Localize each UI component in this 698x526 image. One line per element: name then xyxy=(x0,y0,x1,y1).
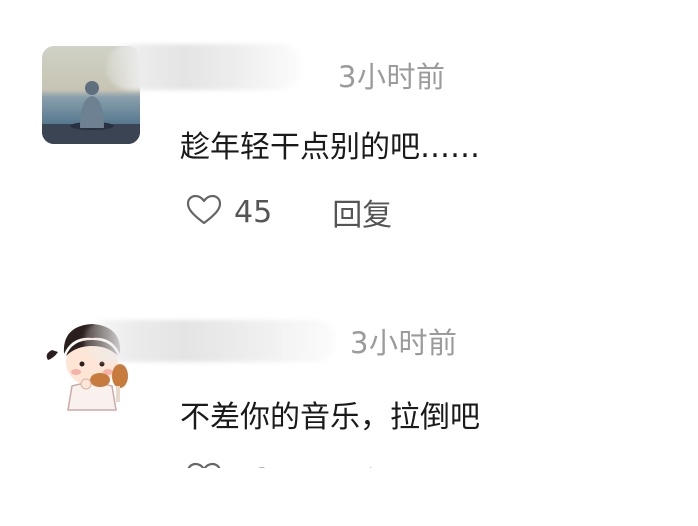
comment-actions: 42 回复 xyxy=(186,458,392,468)
comment-actions: 45 回复 xyxy=(186,190,392,234)
comment-text: 不差你的音乐，拉倒吧 xyxy=(180,400,480,435)
timestamp: 3小时前 xyxy=(350,326,458,360)
like-count: 42 xyxy=(234,463,272,469)
username-redacted[interactable] xyxy=(84,320,336,362)
like-count: 45 xyxy=(234,194,273,230)
heart-outline-icon xyxy=(186,194,222,230)
like-button[interactable]: 42 xyxy=(186,462,272,468)
username-redacted[interactable] xyxy=(106,44,302,90)
reply-button[interactable]: 回复 xyxy=(332,190,392,234)
comment-actions-clipped: 42 回复 xyxy=(0,446,698,468)
reply-button[interactable]: 回复 xyxy=(332,458,392,468)
comment-item: 3小时前 趁年轻干点别的吧…… 45 回复 xyxy=(0,0,698,260)
comment-text: 趁年轻干点别的吧…… xyxy=(180,130,480,165)
like-button[interactable]: 45 xyxy=(186,194,272,230)
timestamp: 3小时前 xyxy=(338,60,446,94)
heart-outline-icon xyxy=(186,462,222,468)
